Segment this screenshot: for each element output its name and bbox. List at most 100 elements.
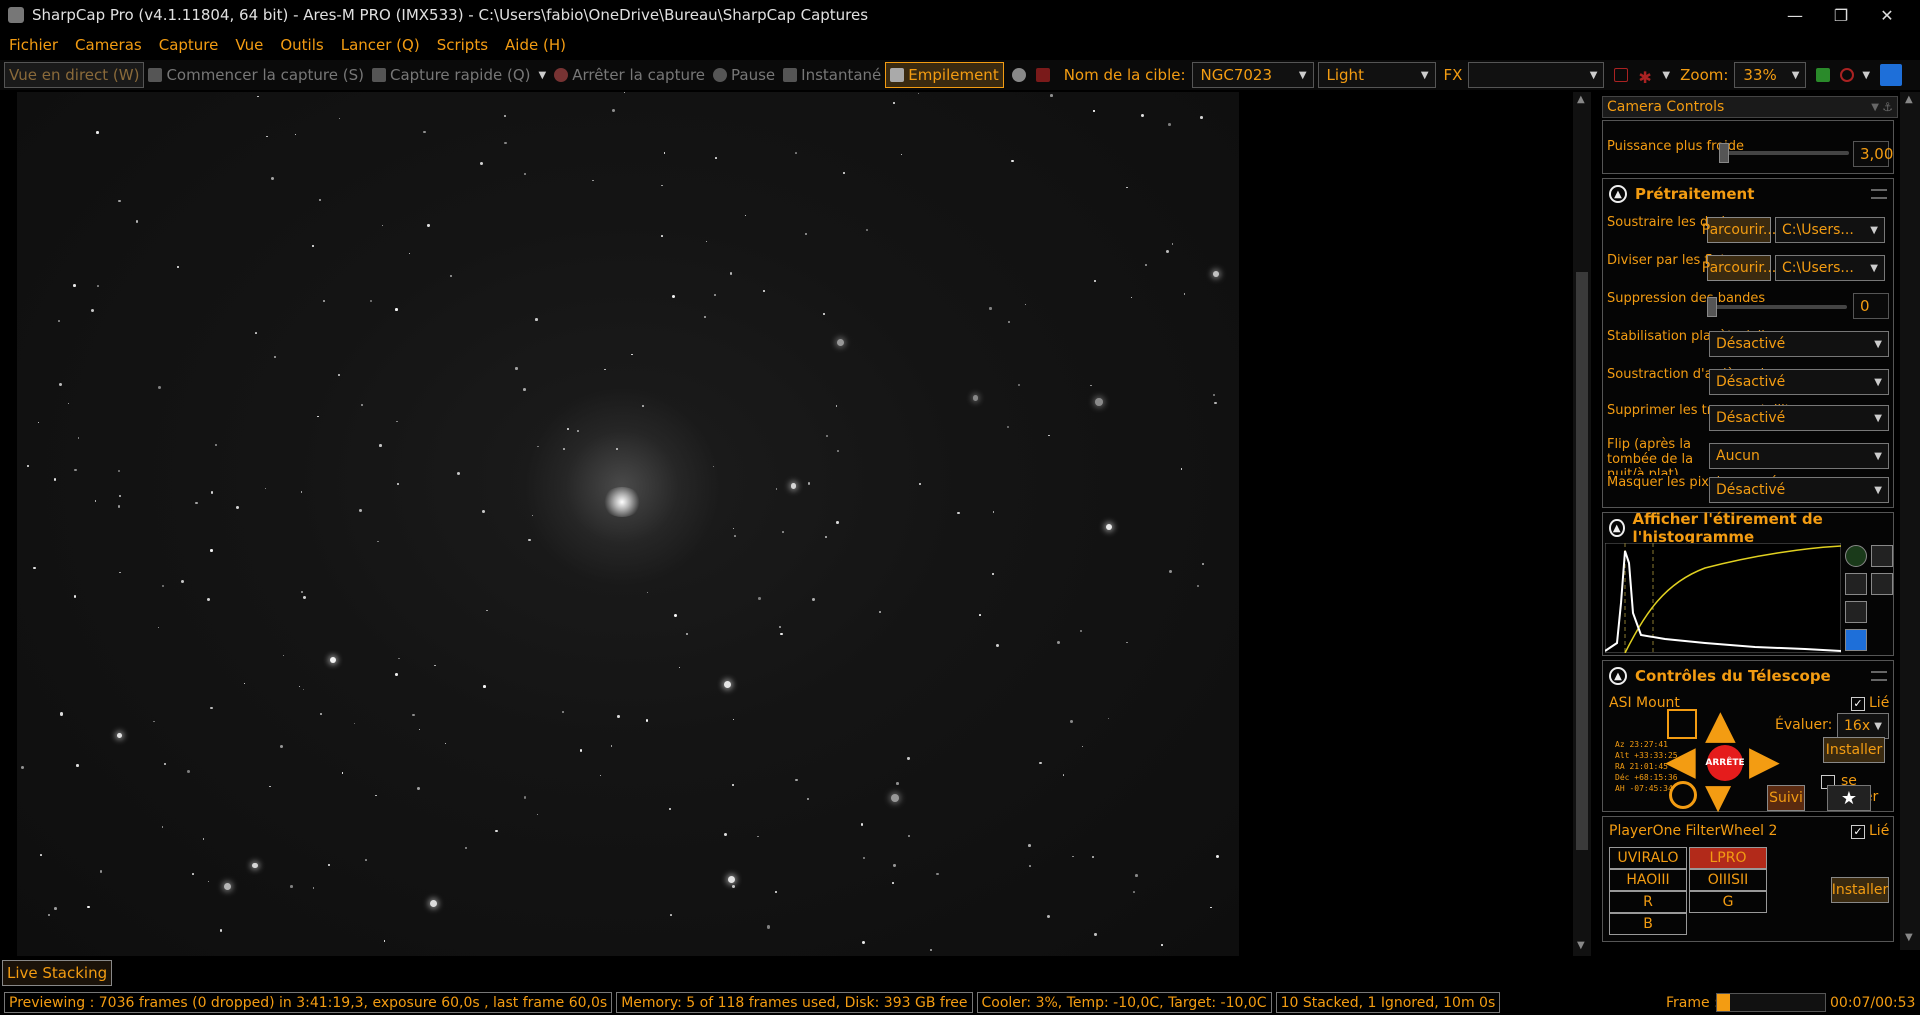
collapse-icon[interactable]: ▲ bbox=[1609, 667, 1627, 685]
flats-path-select[interactable]: C:\Users... ▼ bbox=[1775, 255, 1885, 281]
filter-uviralo[interactable]: UVIRALO bbox=[1609, 847, 1687, 869]
scroll-down-icon[interactable]: ▼ bbox=[1577, 940, 1585, 951]
chevron-down-icon[interactable]: ▼ bbox=[1871, 102, 1879, 113]
pin-icon[interactable]: ⚓ bbox=[1882, 100, 1893, 114]
preprocessing-header[interactable]: ▲ Prétraitement bbox=[1603, 179, 1893, 209]
stop-button[interactable]: ARRÊTE bbox=[1705, 745, 1745, 781]
menu-icon[interactable] bbox=[1871, 671, 1887, 681]
star bbox=[163, 762, 166, 765]
cooler-power-slider[interactable] bbox=[1719, 151, 1849, 155]
restore-icon[interactable]: ❐ bbox=[1818, 0, 1864, 30]
menu-vue[interactable]: Vue bbox=[235, 36, 263, 54]
lightning-icon[interactable] bbox=[1845, 573, 1867, 595]
flats-browse-button[interactable]: Parcourir... bbox=[1702, 255, 1776, 281]
west-arrow-icon[interactable]: ◀ bbox=[1665, 741, 1696, 781]
close-icon[interactable]: ✕ bbox=[1864, 0, 1910, 30]
quick-capture-button[interactable]: Capture rapide (Q) ▼ bbox=[368, 62, 550, 88]
menu-scripts[interactable]: Scripts bbox=[437, 36, 488, 54]
menu-aide[interactable]: Aide (H) bbox=[505, 36, 566, 54]
banding-slider[interactable] bbox=[1707, 305, 1847, 309]
filter-g[interactable]: G bbox=[1689, 891, 1767, 913]
scroll-up-icon[interactable]: ▲ bbox=[1577, 94, 1585, 105]
live-view-button[interactable]: Vue en direct (W) bbox=[4, 62, 145, 88]
pause-button[interactable]: Pause bbox=[709, 62, 779, 88]
darks-browse-button[interactable]: Parcourir... bbox=[1702, 217, 1776, 243]
track-button[interactable]: Suivi bbox=[1767, 785, 1805, 811]
star bbox=[1200, 116, 1203, 120]
background-select[interactable]: Désactivé ▼ bbox=[1709, 369, 1889, 395]
scroll-up-icon[interactable]: ▲ bbox=[1905, 94, 1913, 105]
home-icon[interactable] bbox=[1669, 781, 1697, 809]
satellite-select[interactable]: Désactivé ▼ bbox=[1709, 405, 1889, 431]
crosshair-icon[interactable]: ✱ bbox=[1638, 68, 1654, 87]
slider-knob[interactable] bbox=[1707, 297, 1717, 317]
minimize-icon[interactable]: — bbox=[1772, 0, 1818, 30]
stacking-button[interactable]: Empilement bbox=[885, 62, 1004, 88]
menu-capture[interactable]: Capture bbox=[159, 36, 219, 54]
save-icon[interactable] bbox=[1845, 629, 1867, 651]
filter-haoiii[interactable]: HAOIII bbox=[1609, 869, 1687, 891]
scroll-down-icon[interactable]: ▼ bbox=[1905, 932, 1913, 943]
goto-icon[interactable] bbox=[1667, 709, 1697, 739]
south-arrow-icon[interactable]: ▼ bbox=[1705, 777, 1731, 817]
histogram-icon[interactable] bbox=[1816, 68, 1831, 82]
zoom-select[interactable]: 33% ▼ bbox=[1734, 62, 1807, 88]
collapse-icon[interactable]: ▲ bbox=[1609, 519, 1625, 537]
filter-linked-checkbox[interactable]: ✓ bbox=[1851, 825, 1865, 839]
chevron-down-icon[interactable]: ▼ bbox=[1862, 70, 1870, 81]
reset-icon[interactable] bbox=[1845, 601, 1867, 623]
power-icon[interactable] bbox=[1845, 545, 1867, 567]
star bbox=[1028, 843, 1032, 847]
no-calibration-icon[interactable] bbox=[1035, 68, 1050, 82]
image-viewport[interactable] bbox=[0, 92, 1572, 956]
frame-type-select[interactable]: Light ▼ bbox=[1317, 62, 1436, 88]
telescope-header[interactable]: ▲ Contrôles du Télescope bbox=[1603, 661, 1893, 691]
mount-install-button[interactable]: Installer bbox=[1823, 737, 1885, 763]
slider-knob[interactable] bbox=[1719, 143, 1729, 163]
mount-linked-checkbox[interactable]: ✓ bbox=[1851, 697, 1865, 711]
star bbox=[54, 907, 58, 911]
filter-oiiisii[interactable]: OIIISII bbox=[1689, 869, 1767, 891]
start-capture-button[interactable]: Commencer la capture (S) bbox=[144, 62, 368, 88]
stabilisation-select[interactable]: Désactivé ▼ bbox=[1709, 331, 1889, 357]
lock-icon[interactable] bbox=[1871, 573, 1893, 595]
cooler-power-value[interactable]: 3,00 bbox=[1853, 141, 1893, 167]
fx-select[interactable]: ▼ bbox=[1468, 62, 1605, 88]
east-arrow-icon[interactable]: ▶ bbox=[1749, 741, 1780, 781]
filter-b[interactable]: B bbox=[1609, 913, 1687, 935]
collapse-icon[interactable]: ▲ bbox=[1609, 185, 1627, 203]
panel-scrollbar[interactable]: ▲ ▼ bbox=[1900, 92, 1920, 950]
moon-icon[interactable] bbox=[1011, 68, 1026, 82]
star bbox=[704, 315, 707, 318]
target-select[interactable]: NGC7023 ▼ bbox=[1191, 62, 1314, 88]
menu-cameras[interactable]: Cameras bbox=[75, 36, 142, 54]
menu-fichier[interactable]: Fichier bbox=[9, 36, 58, 54]
snapshot-button[interactable]: Instantané bbox=[779, 62, 885, 88]
north-arrow-icon[interactable]: ▲ bbox=[1705, 705, 1736, 745]
live-stacking-tab[interactable]: Live Stacking bbox=[2, 960, 113, 986]
star bbox=[825, 536, 828, 539]
menu-outils[interactable]: Outils bbox=[280, 36, 323, 54]
banding-value[interactable]: 0 bbox=[1853, 293, 1889, 319]
flip-select[interactable]: Aucun ▼ bbox=[1709, 443, 1889, 469]
histogram-header[interactable]: ▲ Afficher l'étirement de l'histogramme bbox=[1603, 510, 1893, 546]
filter-r[interactable]: R bbox=[1609, 891, 1687, 913]
chevron-down-icon[interactable]: ▼ bbox=[539, 70, 547, 81]
star-select[interactable]: ★ bbox=[1827, 785, 1871, 811]
mask-select[interactable]: Désactivé ▼ bbox=[1709, 477, 1889, 503]
menu-lancer[interactable]: Lancer (Q) bbox=[341, 36, 420, 54]
contrast-icon[interactable] bbox=[1871, 545, 1893, 567]
filter-install-button[interactable]: Installer bbox=[1831, 877, 1889, 903]
target-icon[interactable] bbox=[1840, 68, 1855, 82]
image-scrollbar[interactable]: ▲ ▼ bbox=[1573, 92, 1591, 956]
chevron-down-icon[interactable]: ▼ bbox=[1662, 70, 1670, 81]
histogram-chart[interactable] bbox=[1605, 543, 1841, 653]
rate-select[interactable]: 16x ▼ bbox=[1837, 713, 1889, 739]
darks-path-select[interactable]: C:\Users... ▼ bbox=[1775, 217, 1885, 243]
menu-icon[interactable] bbox=[1871, 189, 1887, 199]
stop-capture-button[interactable]: Arrêter la capture bbox=[550, 62, 709, 88]
filter-lpro[interactable]: LPRO bbox=[1689, 847, 1767, 869]
plugin-icon[interactable] bbox=[1880, 64, 1903, 86]
scrollbar-thumb[interactable] bbox=[1576, 272, 1588, 850]
roi-icon[interactable] bbox=[1614, 68, 1629, 82]
